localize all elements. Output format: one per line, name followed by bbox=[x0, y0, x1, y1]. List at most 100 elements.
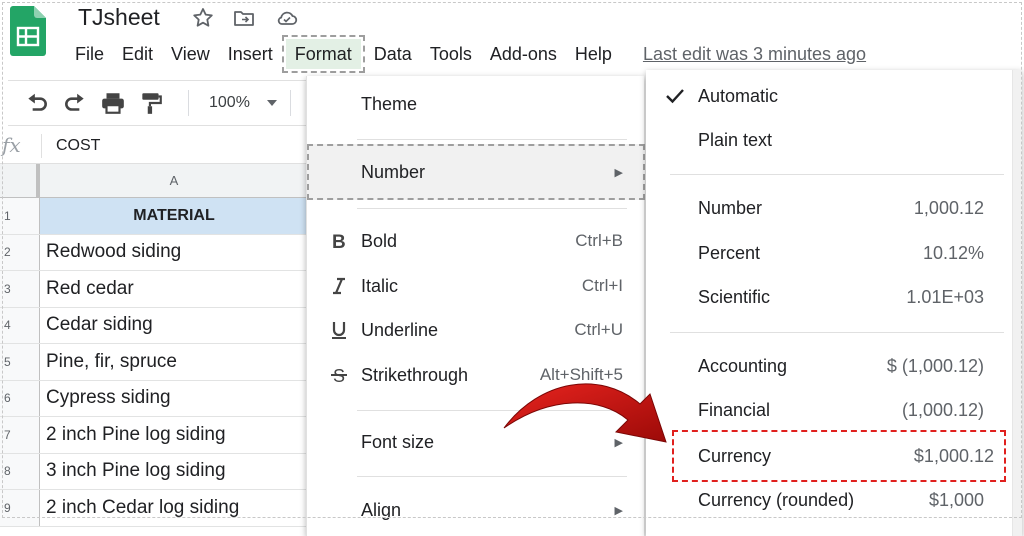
cell[interactable]: 3 inch Pine log siding bbox=[40, 454, 308, 490]
menu-item-shortcut: Ctrl+U bbox=[574, 320, 623, 339]
undo-icon[interactable] bbox=[24, 90, 50, 116]
format-example: $ (1,000.12) bbox=[886, 355, 984, 376]
submenu-arrow-icon: ▶ bbox=[614, 436, 623, 449]
column-header-row: A bbox=[0, 164, 308, 198]
cell[interactable]: MATERIAL bbox=[40, 198, 308, 234]
number-format-scientific[interactable]: Scientific 1.01E+03 bbox=[646, 277, 1022, 317]
row-number[interactable]: 1 bbox=[0, 198, 40, 234]
table-row: 7 2 inch Pine log siding bbox=[0, 417, 308, 454]
number-format-automatic[interactable]: Automatic bbox=[646, 76, 1022, 116]
menu-item-label: Scientific bbox=[698, 286, 771, 307]
menu-divider bbox=[670, 174, 1004, 175]
number-format-number[interactable]: Number 1,000.12 bbox=[646, 188, 1022, 228]
zoom-value: 100% bbox=[209, 94, 250, 111]
menu-item-label: Bold bbox=[361, 230, 398, 251]
menu-edit[interactable]: Edit bbox=[113, 39, 162, 69]
strikethrough-icon: S bbox=[331, 366, 347, 385]
row-number[interactable]: 6 bbox=[0, 380, 40, 416]
cell[interactable]: Redwood siding bbox=[40, 235, 308, 271]
menu-item-label: Currency (rounded) bbox=[698, 489, 855, 510]
menu-divider bbox=[670, 332, 1004, 333]
menu-item-label: Underline bbox=[361, 319, 439, 340]
cloud-status-icon[interactable] bbox=[275, 6, 299, 30]
menu-divider bbox=[357, 139, 627, 140]
table-row: 2 Redwood siding bbox=[0, 234, 308, 271]
table-row: 9 2 inch Cedar log siding bbox=[0, 490, 308, 527]
submenu-arrow-icon: ▶ bbox=[614, 166, 623, 179]
format-menu-theme[interactable]: Theme bbox=[307, 84, 645, 124]
formula-input[interactable]: COST bbox=[42, 137, 100, 155]
select-all-corner[interactable] bbox=[0, 164, 40, 197]
menu-file[interactable]: File bbox=[66, 39, 113, 69]
format-menu-number[interactable]: Number ▶ bbox=[307, 144, 645, 200]
table-row: 3 Red cedar bbox=[0, 271, 308, 308]
menu-item-label: Theme bbox=[361, 93, 418, 114]
menu-item-shortcut: Alt+Shift+5 bbox=[539, 365, 623, 384]
bold-icon: B bbox=[332, 232, 346, 251]
spreadsheet-window: TJsheet File Edit View Insert Format Dat… bbox=[0, 0, 1024, 536]
number-format-plain-text[interactable]: Plain text bbox=[646, 120, 1022, 160]
row-number[interactable]: 9 bbox=[0, 490, 40, 526]
submenu-arrow-icon: ▶ bbox=[614, 504, 623, 517]
format-example: 10.12% bbox=[922, 242, 984, 263]
sheets-logo-icon[interactable] bbox=[10, 6, 46, 56]
menu-item-label: Financial bbox=[698, 399, 771, 420]
row-number[interactable]: 3 bbox=[0, 271, 40, 307]
fx-icon: fx bbox=[0, 133, 42, 158]
menu-item-label: Font size bbox=[361, 431, 435, 452]
format-menu-bold[interactable]: B Bold Ctrl+B bbox=[307, 221, 645, 261]
print-icon[interactable] bbox=[100, 90, 126, 116]
number-format-percent[interactable]: Percent 10.12% bbox=[646, 233, 1022, 273]
menu-insert[interactable]: Insert bbox=[219, 39, 282, 69]
row-number[interactable]: 5 bbox=[0, 344, 40, 380]
menu-item-shortcut: Ctrl+I bbox=[581, 276, 623, 295]
format-menu-italic[interactable]: Italic Ctrl+I bbox=[307, 266, 645, 306]
format-menu-strikethrough[interactable]: S Strikethrough Alt+Shift+5 bbox=[307, 355, 645, 395]
format-menu-align[interactable]: Align ▶ bbox=[307, 490, 645, 530]
cell[interactable]: Cedar siding bbox=[40, 308, 308, 344]
check-icon bbox=[666, 89, 684, 104]
star-icon[interactable] bbox=[191, 6, 215, 30]
move-to-folder-icon[interactable] bbox=[232, 6, 256, 30]
table-row: 4 Cedar siding bbox=[0, 307, 308, 344]
menu-add-ons[interactable]: Add-ons bbox=[481, 39, 566, 69]
menu-data[interactable]: Data bbox=[365, 39, 421, 69]
zoom-select[interactable]: 100% bbox=[209, 94, 278, 112]
format-example: $1,000 bbox=[928, 489, 984, 510]
redo-icon[interactable] bbox=[62, 90, 88, 116]
format-menu-font-size[interactable]: Font size ▶ bbox=[307, 422, 645, 462]
submenu-scrollbar[interactable] bbox=[1012, 70, 1022, 536]
underline-icon bbox=[332, 322, 346, 339]
italic-icon bbox=[333, 277, 345, 295]
cell[interactable]: 2 inch Pine log siding bbox=[40, 417, 308, 453]
row-number[interactable]: 2 bbox=[0, 234, 40, 270]
cell[interactable]: 2 inch Cedar log siding bbox=[40, 490, 308, 526]
format-example: $1,000.12 bbox=[913, 445, 994, 466]
paint-format-icon[interactable] bbox=[138, 90, 164, 116]
table-row: 5 Pine, fir, spruce bbox=[0, 344, 308, 381]
number-format-accounting[interactable]: Accounting $ (1,000.12) bbox=[646, 346, 1022, 386]
cell[interactable]: Cypress siding bbox=[40, 381, 308, 417]
menu-format[interactable]: Format bbox=[281, 35, 365, 73]
table-row: 8 3 inch Pine log siding bbox=[0, 453, 308, 490]
row-number[interactable]: 4 bbox=[0, 307, 40, 343]
menu-divider bbox=[357, 410, 627, 411]
format-menu-underline[interactable]: Underline Ctrl+U bbox=[307, 310, 645, 350]
row-number[interactable]: 7 bbox=[0, 417, 40, 453]
row-number[interactable]: 8 bbox=[0, 453, 40, 489]
menu-view[interactable]: View bbox=[162, 39, 219, 69]
formula-bar: fx COST bbox=[0, 128, 308, 164]
menu-item-label: Percent bbox=[698, 242, 761, 263]
cell[interactable]: Red cedar bbox=[40, 271, 308, 307]
document-title[interactable]: TJsheet bbox=[78, 4, 160, 31]
last-edit-link[interactable]: Last edit was 3 minutes ago bbox=[643, 44, 866, 65]
number-format-currency[interactable]: Currency $1,000.12 bbox=[672, 430, 1006, 482]
table-row: 1 MATERIAL bbox=[0, 198, 308, 235]
number-format-currency-rounded[interactable]: Currency (rounded) $1,000 bbox=[646, 480, 1022, 520]
menu-divider bbox=[357, 476, 627, 477]
number-format-financial[interactable]: Financial (1,000.12) bbox=[646, 390, 1022, 430]
cell[interactable]: Pine, fir, spruce bbox=[40, 344, 308, 380]
column-header-a[interactable]: A bbox=[40, 164, 308, 197]
menu-help[interactable]: Help bbox=[566, 39, 621, 69]
menu-tools[interactable]: Tools bbox=[421, 39, 481, 69]
